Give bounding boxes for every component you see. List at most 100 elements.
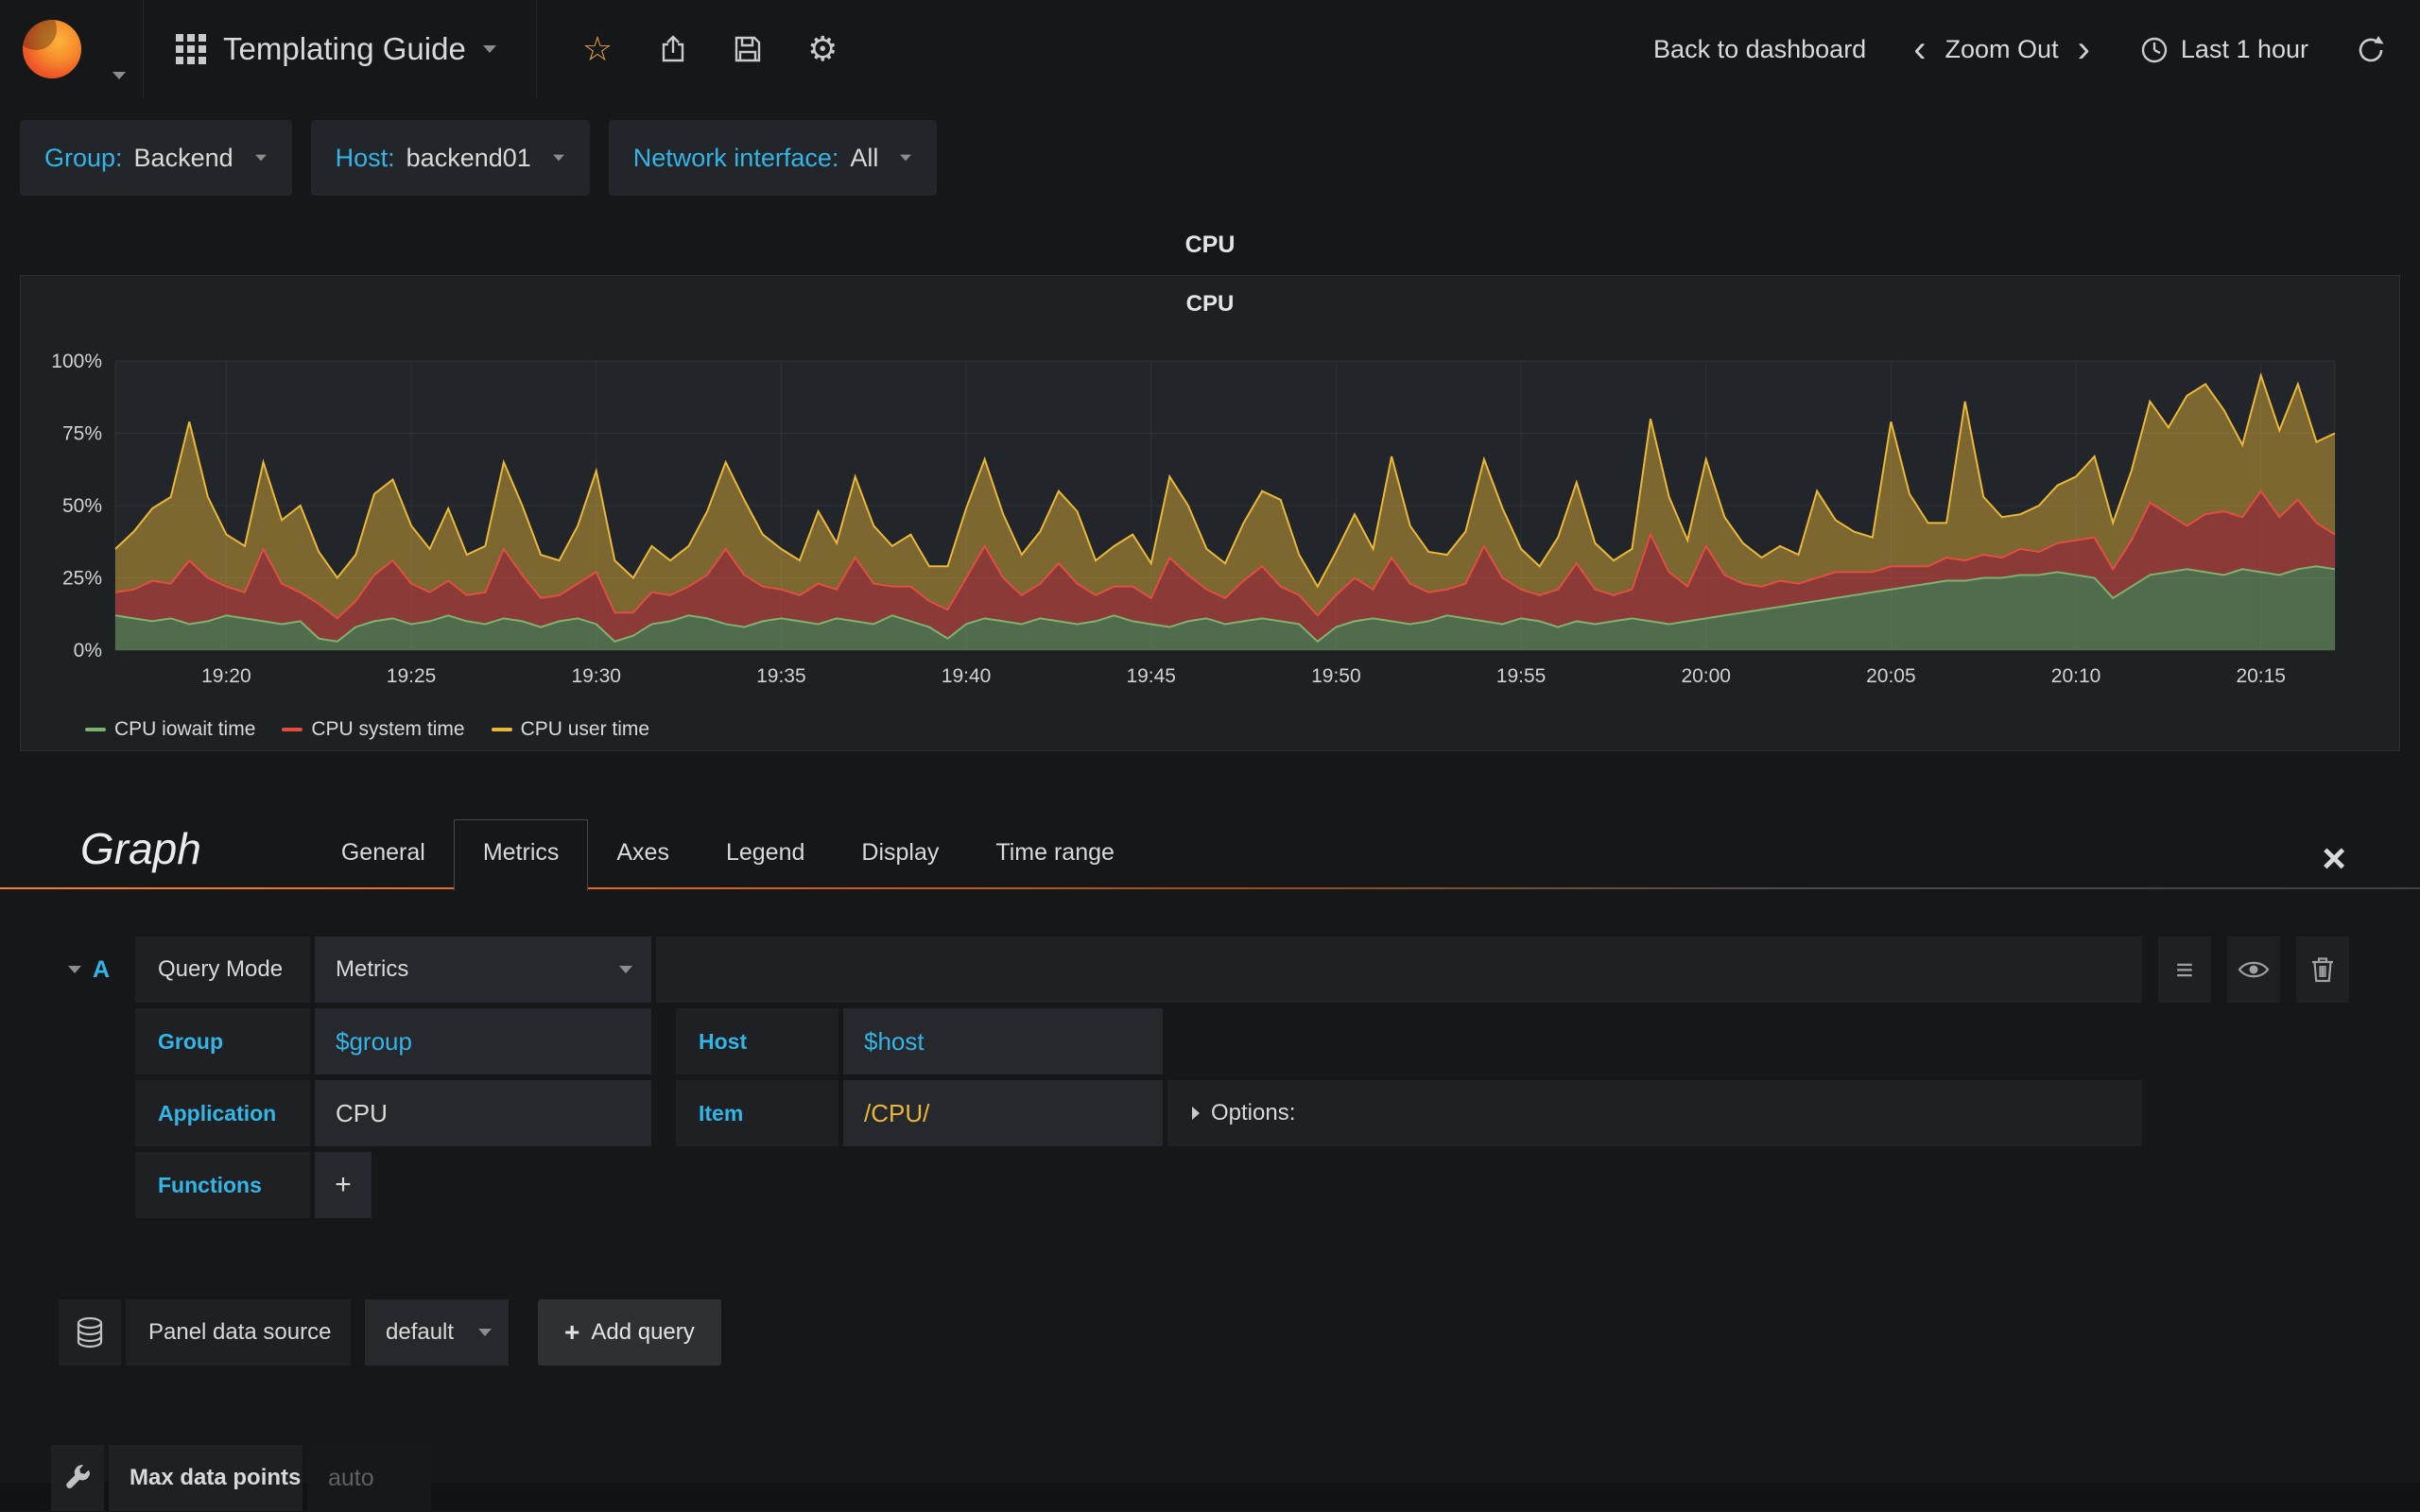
- query-menu-icon[interactable]: ≡: [2158, 936, 2211, 1003]
- close-editor-icon[interactable]: ×: [2322, 838, 2346, 889]
- svg-text:50%: 50%: [62, 495, 102, 517]
- series-color-swatch: [85, 728, 106, 731]
- query-toggle-visibility-icon[interactable]: [2227, 936, 2280, 1003]
- svg-text:19:20: 19:20: [201, 665, 251, 687]
- variable-value: Backend: [133, 143, 233, 172]
- query-row-group-host: Group Host: [0, 1008, 2420, 1074]
- gear-icon[interactable]: ⚙: [807, 32, 838, 66]
- refresh-icon[interactable]: [2356, 34, 2386, 64]
- query-delete-icon[interactable]: [2296, 936, 2349, 1003]
- svg-text:20:15: 20:15: [2236, 665, 2286, 687]
- variable-dropdown-network-interface[interactable]: Network interface: All: [608, 120, 938, 196]
- query-mode-value: Metrics: [336, 956, 409, 982]
- options-toggle[interactable]: Options:: [1167, 1080, 2142, 1146]
- query-letter: A: [93, 955, 111, 983]
- variable-label: Group:: [44, 143, 123, 172]
- tab-time-range[interactable]: Time range: [967, 820, 1143, 889]
- panel-title[interactable]: CPU: [21, 276, 2399, 319]
- datasource-dropdown[interactable]: default: [365, 1299, 509, 1366]
- dashboard-title-menu[interactable]: Templating Guide: [144, 0, 537, 98]
- group-input[interactable]: [315, 1026, 651, 1057]
- navbar-right: Back to dashboard ‹ Zoom Out › Last 1 ho…: [1653, 30, 2420, 68]
- svg-text:20:05: 20:05: [1866, 665, 1916, 687]
- tab-display[interactable]: Display: [833, 820, 967, 889]
- host-input[interactable]: [843, 1026, 1163, 1057]
- back-to-dashboard-button[interactable]: Back to dashboard: [1653, 35, 1866, 64]
- variable-label: Host:: [335, 143, 395, 172]
- tab-legend[interactable]: Legend: [698, 820, 833, 889]
- variable-dropdown-group[interactable]: Group: Backend: [20, 120, 292, 196]
- host-input-cell: [843, 1008, 1163, 1074]
- dashboard-grid-icon: [176, 34, 206, 64]
- dashboard-title: Templating Guide: [223, 31, 466, 66]
- add-query-button[interactable]: + Add query: [538, 1299, 721, 1366]
- tab-general[interactable]: General: [313, 820, 454, 889]
- panel-datasource-label: Panel data source: [126, 1299, 351, 1366]
- datasource-value: default: [386, 1319, 455, 1345]
- legend-label: CPU user time: [520, 718, 650, 740]
- wrench-icon-cell: [51, 1445, 104, 1511]
- legend-item-user[interactable]: CPU user time: [491, 718, 650, 741]
- grafana-logo-icon: [23, 20, 81, 78]
- chevron-down-icon: [619, 966, 632, 973]
- query-row-a: A Query Mode Metrics ≡: [0, 936, 2420, 1003]
- application-input[interactable]: [315, 1098, 651, 1128]
- item-input-cell: [843, 1080, 1163, 1146]
- application-label: Application: [135, 1080, 310, 1146]
- svg-text:19:25: 19:25: [387, 665, 437, 687]
- datasource-row: Panel data source default + Add query: [0, 1299, 2420, 1366]
- chevron-down-icon: [900, 154, 912, 162]
- legend-label: CPU system time: [311, 718, 465, 740]
- graph-panel: CPU 0% 25% 50% 75% 100% 19:20 19:25 19:30 19:35 1…: [20, 275, 2400, 751]
- svg-text:0%: 0%: [74, 640, 102, 662]
- graph-legend: CPU iowait time CPU system time CPU user…: [85, 718, 2399, 741]
- legend-item-iowait[interactable]: CPU iowait time: [85, 718, 255, 741]
- query-row-application-item: Application Item Options:: [0, 1080, 2420, 1146]
- group-label: Group: [135, 1008, 310, 1074]
- grafana-logo-button[interactable]: [0, 0, 144, 98]
- tab-metrics[interactable]: Metrics: [453, 819, 589, 891]
- svg-text:75%: 75%: [62, 423, 102, 445]
- item-input[interactable]: [843, 1098, 1163, 1128]
- host-label: Host: [676, 1008, 838, 1074]
- max-data-points-input-cell: [307, 1445, 431, 1511]
- legend-label: CPU iowait time: [114, 718, 256, 740]
- clock-icon: [2141, 37, 2168, 63]
- fullscreen-panel-title: CPU: [1184, 232, 1236, 258]
- query-collapse-toggle[interactable]: A: [59, 936, 130, 1003]
- time-shift-left-icon[interactable]: ‹: [1908, 30, 1931, 68]
- functions-label: Functions: [135, 1152, 310, 1218]
- cpu-graph[interactable]: 0% 25% 50% 75% 100% 19:20 19:25 19:30 19:35 19:40…: [21, 340, 2397, 714]
- tab-axes[interactable]: Axes: [588, 820, 698, 889]
- dashboard-title-caret-icon: [482, 45, 496, 53]
- panel-type-label: Graph: [80, 824, 201, 873]
- query-row-functions: Functions +: [0, 1152, 2420, 1218]
- series-color-swatch: [282, 728, 303, 731]
- datasource-icon-cell: [59, 1299, 121, 1366]
- max-data-points-input[interactable]: [307, 1464, 431, 1492]
- variable-dropdown-host[interactable]: Host: backend01: [310, 120, 590, 196]
- star-icon[interactable]: ☆: [582, 32, 613, 66]
- share-icon[interactable]: [658, 34, 688, 64]
- panel-editor-header: Graph General Metrics Axes Legend Displa…: [0, 799, 2420, 891]
- wrench-icon: [66, 1465, 90, 1488]
- series-color-swatch: [491, 728, 512, 731]
- query-mode-dropdown[interactable]: Metrics: [315, 936, 651, 1003]
- navbar: Templating Guide ☆ ⚙ Back to dashboard ‹…: [0, 0, 2420, 98]
- variable-value: backend01: [406, 143, 531, 172]
- svg-text:25%: 25%: [62, 568, 102, 590]
- zoom-out-button[interactable]: Zoom Out: [1945, 35, 2059, 64]
- time-shift-right-icon[interactable]: ›: [2072, 30, 2096, 68]
- group-input-cell: [315, 1008, 651, 1074]
- variable-label: Network interface:: [632, 143, 839, 172]
- chevron-down-icon: [552, 154, 564, 162]
- org-switcher-caret-icon: [112, 72, 126, 79]
- plus-icon: +: [564, 1317, 580, 1347]
- options-caret-icon: [1192, 1107, 1200, 1120]
- template-variables-row: Group: Backend Host: backend01 Network i…: [0, 98, 2420, 196]
- time-range-picker[interactable]: Last 1 hour: [2181, 35, 2308, 64]
- save-icon[interactable]: [734, 35, 762, 63]
- svg-text:19:55: 19:55: [1496, 665, 1547, 687]
- add-function-button[interactable]: +: [315, 1152, 372, 1218]
- legend-item-system[interactable]: CPU system time: [282, 718, 465, 741]
